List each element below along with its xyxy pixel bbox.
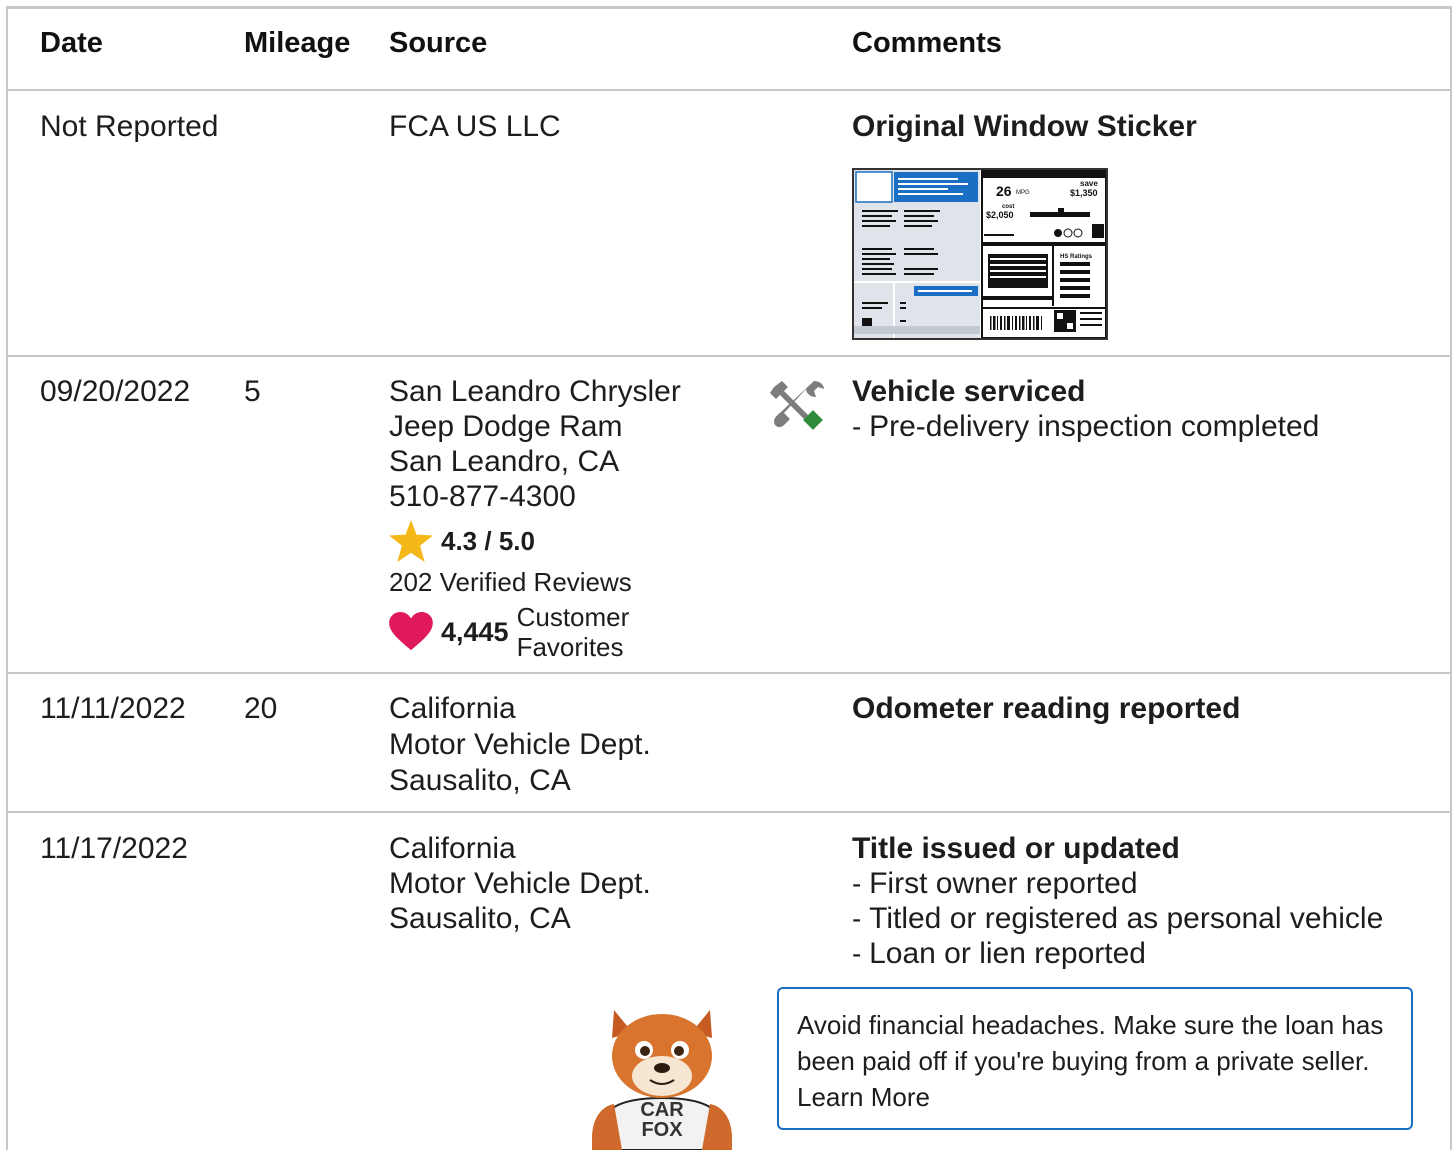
comment-title: Odometer reading reported bbox=[852, 692, 1241, 725]
table-header-row: Date Mileage Source Comments bbox=[8, 9, 1450, 91]
loan-tip-box: Avoid financial headaches. Make sure the… bbox=[777, 987, 1413, 1130]
row-date: 11/17/2022 bbox=[40, 832, 188, 865]
row-source: San Leandro Chrysler Jeep Dodge Ram San … bbox=[389, 374, 681, 514]
dealer-rating[interactable]: 4.3 / 5.0 bbox=[389, 520, 535, 562]
comment-line: First owner reported bbox=[852, 866, 1383, 901]
row-comments: Title issued or updated First owner repo… bbox=[852, 831, 1383, 971]
dealer-name-line-1[interactable]: San Leandro Chrysler bbox=[389, 374, 681, 409]
comment-title: Original Window Sticker bbox=[852, 110, 1197, 143]
mascot-shirt-text-1: CAR bbox=[640, 1099, 684, 1121]
source-line-1: California bbox=[389, 692, 516, 725]
favorites-count: 4,445 bbox=[441, 616, 509, 647]
source-line-3: Sausalito, CA bbox=[389, 764, 571, 797]
comment-title: Title issued or updated bbox=[852, 832, 1180, 865]
rating-value: 4.3 / 5.0 bbox=[441, 525, 535, 556]
comment-title: Vehicle serviced bbox=[852, 375, 1086, 408]
learn-more-link[interactable]: Learn More bbox=[797, 1082, 930, 1112]
comment-line: Loan or lien reported bbox=[852, 936, 1383, 971]
source-line-1: California bbox=[389, 832, 516, 865]
row-mileage: 20 bbox=[244, 692, 278, 725]
carfox-mascot-image: CAR FOX bbox=[592, 1010, 732, 1150]
favorites-label-1: Customer bbox=[516, 602, 630, 632]
header-source: Source bbox=[389, 27, 488, 59]
dealer-location: San Leandro, CA bbox=[389, 445, 620, 478]
heart-icon bbox=[389, 612, 433, 651]
row-source: FCA US LLC bbox=[389, 110, 561, 143]
dealer-phone[interactable]: 510-877-4300 bbox=[389, 479, 681, 514]
row-date: 11/11/2022 bbox=[40, 692, 186, 725]
row-source: California Motor Vehicle Dept. Sausalito… bbox=[389, 831, 651, 936]
service-tools-icon bbox=[770, 381, 824, 430]
verified-reviews-link[interactable]: 202 Verified Reviews bbox=[389, 567, 632, 597]
header-date: Date bbox=[40, 27, 103, 59]
star-icon bbox=[389, 520, 433, 562]
window-sticker-thumbnail[interactable]: 26 MPG save $1,350 cost $2,050 HS Rating… bbox=[852, 168, 1108, 340]
row-date: Not Reported bbox=[40, 110, 219, 143]
svg-text:save: save bbox=[1080, 179, 1098, 188]
svg-text:26: 26 bbox=[996, 183, 1012, 199]
svg-text:$1,350: $1,350 bbox=[1070, 188, 1098, 198]
source-line-2: Motor Vehicle Dept. bbox=[389, 728, 651, 761]
table-row: 11/11/2022 20 California Motor Vehicle D… bbox=[8, 674, 1450, 813]
row-mileage: 5 bbox=[244, 375, 261, 408]
row-source: California Motor Vehicle Dept. Sausalito… bbox=[389, 691, 651, 799]
row-comments: Vehicle serviced Pre-delivery inspection… bbox=[852, 374, 1319, 444]
source-line-2: Motor Vehicle Dept. bbox=[389, 867, 651, 900]
comment-line: Pre-delivery inspection completed bbox=[852, 409, 1319, 444]
favorites-label-2: Favorites bbox=[516, 632, 624, 662]
table-row: Not Reported FCA US LLC Original Window … bbox=[8, 91, 1450, 357]
comment-line: Titled or registered as personal vehicle bbox=[852, 901, 1383, 936]
header-mileage: Mileage bbox=[244, 27, 351, 59]
dealer-name-line-2[interactable]: Jeep Dodge Ram bbox=[389, 409, 681, 444]
svg-text:$2,050: $2,050 bbox=[986, 210, 1014, 220]
source-line-3: Sausalito, CA bbox=[389, 902, 571, 935]
svg-text:HS Ratings: HS Ratings bbox=[1060, 254, 1093, 260]
window-sticker-image: 26 MPG save $1,350 cost $2,050 HS Rating… bbox=[854, 169, 1107, 339]
customer-favorites[interactable]: 4,445 Customer Favorites bbox=[389, 602, 629, 662]
row-date: 09/20/2022 bbox=[40, 375, 191, 408]
table-row: 09/20/2022 5 San Leandro Chrysler Jeep D… bbox=[8, 357, 1450, 674]
vehicle-history-table: Date Mileage Source Comments Not Reporte… bbox=[6, 6, 1452, 1150]
tip-text: Avoid financial headaches. Make sure the… bbox=[797, 1010, 1384, 1076]
svg-text:MPG: MPG bbox=[1016, 190, 1030, 196]
mascot-shirt-text-2: FOX bbox=[641, 1119, 683, 1141]
header-comments: Comments bbox=[852, 27, 1002, 59]
